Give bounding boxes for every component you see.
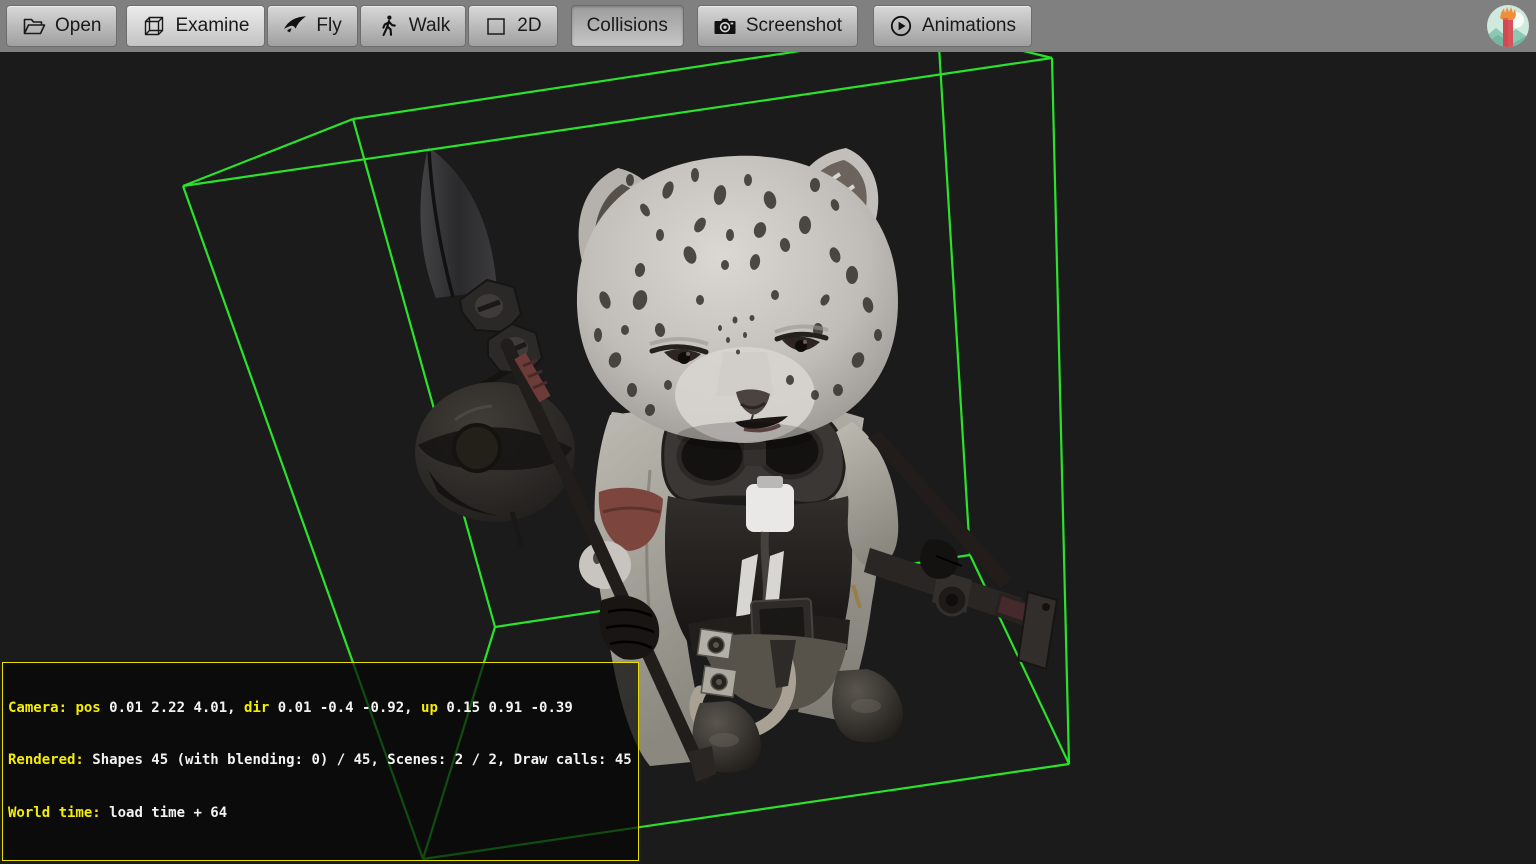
open-button[interactable]: Open <box>6 5 117 47</box>
open-button-label: Open <box>55 15 101 37</box>
screenshot-button[interactable]: Screenshot <box>697 5 858 47</box>
fly-bird-icon <box>283 14 307 38</box>
rendered-status-line: Rendered: Shapes 45 (with blending: 0) /… <box>8 752 632 770</box>
walk-person-icon <box>376 14 400 38</box>
walk-button[interactable]: Walk <box>360 5 467 47</box>
app-window: Open Examine Fly <box>0 0 1536 864</box>
play-circle-icon <box>889 14 913 38</box>
fly-button[interactable]: Fly <box>267 5 357 47</box>
animations-button-label: Animations <box>922 15 1016 37</box>
animations-button[interactable]: Animations <box>873 5 1032 47</box>
examine-cube-icon <box>142 14 166 38</box>
2d-button[interactable]: 2D <box>468 5 557 47</box>
2d-button-label: 2D <box>517 15 541 37</box>
examine-button-label: Examine <box>175 15 249 37</box>
world-time-status-line: World time: load time + 64 <box>8 805 632 823</box>
open-folder-icon <box>22 14 46 38</box>
castle-game-engine-logo-icon <box>1486 4 1530 48</box>
character-head <box>577 148 898 450</box>
examine-button[interactable]: Examine <box>126 5 265 47</box>
status-overlay: Camera: pos 0.01 2.22 4.01, dir 0.01 -0.… <box>2 662 639 862</box>
screenshot-button-label: Screenshot <box>746 15 842 37</box>
camera-status-line: Camera: pos 0.01 2.22 4.01, dir 0.01 -0.… <box>8 700 632 718</box>
collisions-button-label: Collisions <box>587 15 668 37</box>
walk-button-label: Walk <box>409 15 451 37</box>
camera-icon <box>713 14 737 38</box>
collisions-toggle-button[interactable]: Collisions <box>571 5 684 47</box>
toolbar: Open Examine Fly <box>0 0 1536 52</box>
square-2d-icon <box>484 14 508 38</box>
fly-button-label: Fly <box>316 15 341 37</box>
